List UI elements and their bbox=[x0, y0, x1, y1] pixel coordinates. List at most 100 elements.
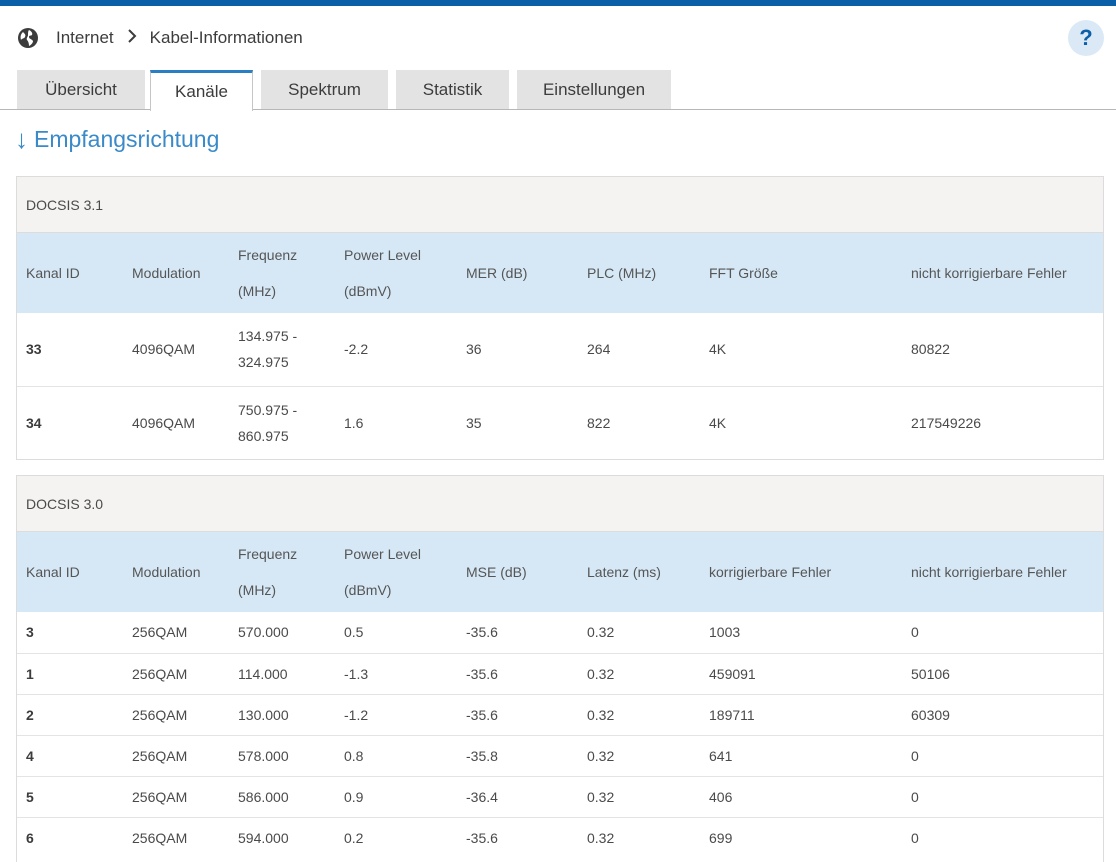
correctable-errors: 641 bbox=[700, 734, 902, 776]
column-header: PLC (MHz) bbox=[587, 265, 657, 281]
table-row: 2 256QAM 130.000 -1.2 -35.6 0.32 189711 … bbox=[17, 693, 1103, 735]
mse: -35.6 bbox=[457, 816, 578, 858]
docsis31-title: DOCSIS 3.1 bbox=[17, 177, 1103, 233]
uncorrectable-errors: 0 bbox=[902, 734, 1103, 776]
latency: 0.32 bbox=[587, 624, 615, 641]
channel-id: 3 bbox=[26, 624, 34, 641]
arrow-down-icon: ↓ bbox=[15, 124, 28, 154]
docsis30-table: Kanal ID Modulation Frequenz (MHz) Power… bbox=[17, 532, 1103, 858]
frequency: 130.000 bbox=[229, 693, 335, 735]
modulation: 256QAM bbox=[123, 652, 229, 694]
tab-bar: Übersicht Kanäle Spektrum Statistik Eins… bbox=[0, 70, 1116, 111]
uncorrectable-errors: 0 bbox=[902, 775, 1103, 817]
power-level: 0.8 bbox=[335, 734, 457, 776]
column-header: Frequenz (MHz) bbox=[238, 247, 298, 299]
frequency: 570.000 bbox=[238, 624, 289, 641]
modulation: 4096QAM bbox=[132, 341, 196, 358]
section-title: ↓ Empfangsrichtung bbox=[15, 124, 219, 155]
column-header: Power Level (dBmV) bbox=[344, 247, 422, 299]
uncorrectable-errors: 0 bbox=[902, 816, 1103, 858]
correctable-errors: 189711 bbox=[700, 693, 902, 735]
mse: -35.6 bbox=[457, 693, 578, 735]
table-row: 33 4096QAM 134.975 - 324.975 -2.2 36 264… bbox=[17, 313, 1103, 386]
mse: -35.6 bbox=[466, 624, 498, 641]
tab-kanaele[interactable]: Kanäle bbox=[150, 70, 253, 111]
channel-id: 33 bbox=[26, 341, 42, 358]
uncorrectable-errors: 60309 bbox=[902, 693, 1103, 735]
frequency: 134.975 - 324.975 bbox=[238, 328, 298, 371]
tab-statistik[interactable]: Statistik bbox=[396, 70, 509, 109]
frequency: 114.000 bbox=[229, 652, 335, 694]
column-header: MSE (dB) bbox=[466, 564, 527, 580]
power-level: -1.2 bbox=[335, 693, 457, 735]
column-header: Kanal ID bbox=[26, 265, 80, 281]
channel-id: 6 bbox=[17, 816, 123, 858]
table-row: 1 256QAM 114.000 -1.3 -35.6 0.32 459091 … bbox=[17, 652, 1103, 694]
tab-spektrum[interactable]: Spektrum bbox=[261, 70, 388, 109]
column-header: Latenz (ms) bbox=[587, 564, 661, 580]
plc: 822 bbox=[578, 385, 700, 459]
channel-id: 5 bbox=[17, 775, 123, 817]
channel-id: 1 bbox=[17, 652, 123, 694]
modulation: 4096QAM bbox=[123, 385, 229, 459]
docsis30-title: DOCSIS 3.0 bbox=[17, 476, 1103, 532]
power-level: 1.6 bbox=[335, 385, 457, 459]
modulation: 256QAM bbox=[123, 775, 229, 817]
table-row: 5 256QAM 586.000 0.9 -36.4 0.32 406 0 bbox=[17, 775, 1103, 817]
power-level: -2.2 bbox=[344, 341, 369, 358]
breadcrumb-root[interactable]: Internet bbox=[56, 28, 114, 48]
column-header: FFT Größe bbox=[709, 265, 778, 281]
tab-einstellungen[interactable]: Einstellungen bbox=[517, 70, 671, 109]
uncorrectable-errors: 0 bbox=[911, 624, 919, 641]
latency: 0.32 bbox=[578, 693, 700, 735]
column-header: Modulation bbox=[132, 564, 201, 580]
mer: 35 bbox=[457, 385, 578, 459]
docsis31-table: Kanal ID Modulation Frequenz (MHz) Power… bbox=[17, 233, 1103, 459]
top-accent-bar bbox=[0, 0, 1116, 6]
power-level: 0.9 bbox=[335, 775, 457, 817]
power-level: 0.2 bbox=[335, 816, 457, 858]
breadcrumb: Internet Kabel-Informationen bbox=[17, 26, 303, 50]
latency: 0.32 bbox=[578, 775, 700, 817]
column-header: nicht korrigierbare Fehler bbox=[911, 265, 1067, 281]
help-button[interactable]: ? bbox=[1068, 20, 1104, 56]
channel-id: 34 bbox=[17, 385, 123, 459]
uncorrectable-errors: 80822 bbox=[911, 341, 950, 358]
latency: 0.32 bbox=[578, 816, 700, 858]
frequency: 594.000 bbox=[229, 816, 335, 858]
frequency: 578.000 bbox=[229, 734, 335, 776]
tab-uebersicht[interactable]: Übersicht bbox=[17, 70, 145, 109]
frequency: 750.975 - 860.975 bbox=[229, 385, 335, 459]
column-header: Modulation bbox=[132, 265, 201, 281]
power-level: 0.5 bbox=[344, 624, 364, 641]
column-header: Kanal ID bbox=[26, 564, 80, 580]
fft-size: 4K bbox=[709, 341, 727, 358]
mse: -35.8 bbox=[457, 734, 578, 776]
modulation: 256QAM bbox=[123, 734, 229, 776]
table-header-row: Kanal ID Modulation Frequenz (MHz) Power… bbox=[17, 233, 1103, 313]
plc: 264 bbox=[587, 341, 611, 358]
channel-id: 4 bbox=[17, 734, 123, 776]
uncorrectable-errors: 50106 bbox=[902, 652, 1103, 694]
latency: 0.32 bbox=[578, 734, 700, 776]
column-header: MER (dB) bbox=[466, 265, 528, 281]
section-title-text: Empfangsrichtung bbox=[34, 126, 220, 152]
globe-icon bbox=[17, 27, 39, 49]
column-header: korrigierbare Fehler bbox=[709, 564, 832, 580]
modulation: 256QAM bbox=[123, 816, 229, 858]
fft-size: 4K bbox=[700, 385, 902, 459]
power-level: -1.3 bbox=[335, 652, 457, 694]
correctable-errors: 459091 bbox=[700, 652, 902, 694]
modulation: 256QAM bbox=[123, 693, 229, 735]
table-header-row: Kanal ID Modulation Frequenz (MHz) Power… bbox=[17, 532, 1103, 612]
column-header: Frequenz (MHz) bbox=[238, 546, 298, 598]
channel-id: 2 bbox=[17, 693, 123, 735]
table-row: 3 256QAM 570.000 0.5 -35.6 0.32 1003 0 bbox=[17, 612, 1103, 653]
table-row: 34 4096QAM 750.975 - 860.975 1.6 35 822 … bbox=[17, 385, 1103, 459]
column-header: nicht korrigierbare Fehler bbox=[911, 564, 1067, 580]
frequency: 586.000 bbox=[229, 775, 335, 817]
docsis31-panel: DOCSIS 3.1 Kanal ID Modulation Frequenz … bbox=[16, 176, 1104, 460]
column-header: Power Level (dBmV) bbox=[344, 546, 422, 598]
uncorrectable-errors: 217549226 bbox=[902, 385, 1103, 459]
correctable-errors: 699 bbox=[700, 816, 902, 858]
